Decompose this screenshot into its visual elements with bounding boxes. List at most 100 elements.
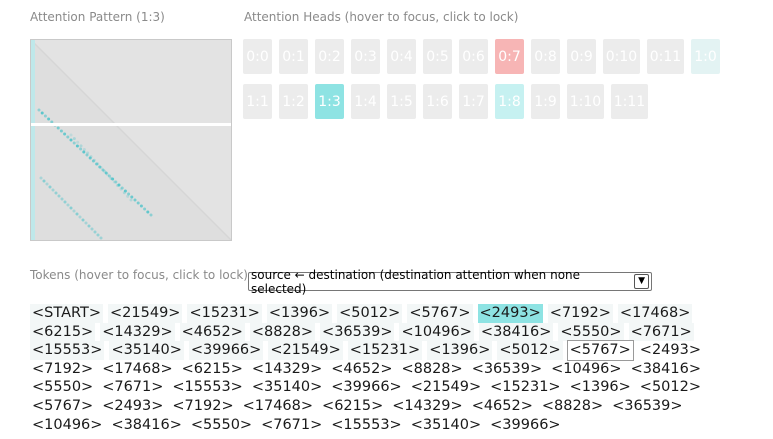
token[interactable]: <15553> (170, 378, 244, 397)
token[interactable]: <7671> (628, 322, 694, 342)
head-button-0-4[interactable]: 0:4 (387, 39, 416, 74)
token[interactable]: <36539> (610, 397, 684, 416)
token[interactable]: <38416> (629, 360, 703, 379)
token[interactable]: <17468> (100, 360, 174, 379)
token[interactable]: <15231> (347, 341, 423, 360)
token[interactable]: <4652> (470, 397, 535, 416)
head-button-0-6[interactable]: 0:6 (459, 39, 488, 74)
head-button-0-1[interactable]: 0:1 (279, 39, 308, 74)
head-button-0-10[interactable]: 0:10 (603, 39, 640, 74)
token[interactable]: <38416> (478, 322, 554, 342)
token[interactable]: <35140> (409, 416, 483, 435)
token[interactable]: <35140> (109, 341, 184, 360)
head-button-0-11[interactable]: 0:11 (647, 39, 684, 74)
pattern-dot (109, 176, 113, 180)
token[interactable]: <39966> (329, 378, 403, 397)
token[interactable]: <10496> (549, 360, 623, 379)
token[interactable]: <39966> (488, 416, 562, 435)
pattern-dot (69, 133, 73, 137)
token[interactable]: <6215> (30, 322, 96, 342)
token[interactable]: <35140> (250, 378, 324, 397)
head-button-1-2[interactable]: 1:2 (279, 84, 308, 119)
token[interactable]: <7671> (259, 416, 324, 435)
head-button-0-9[interactable]: 0:9 (567, 39, 596, 74)
pattern-dot (63, 200, 67, 204)
chevron-down-icon: ▼ (634, 274, 649, 289)
token[interactable]: <5767> (566, 340, 634, 361)
attention-pattern-plot[interactable] (30, 39, 232, 241)
token[interactable]: <5012> (638, 378, 703, 397)
token[interactable]: <5550> (558, 322, 624, 342)
token[interactable]: <15553> (30, 341, 105, 360)
token[interactable]: <START> (30, 304, 104, 323)
token[interactable]: <7192> (547, 304, 613, 323)
token[interactable]: <14329> (100, 322, 175, 342)
token[interactable]: <21549> (409, 378, 483, 397)
head-button-1-9[interactable]: 1:9 (531, 84, 560, 119)
pattern-dot (90, 227, 94, 231)
token[interactable]: <36539> (470, 360, 544, 379)
view-mode-select[interactable]: source ← destination (destination attent… (248, 268, 652, 296)
token[interactable]: <17468> (617, 304, 693, 323)
token[interactable]: <39966> (188, 341, 264, 360)
token[interactable]: <1396> (427, 341, 493, 360)
head-button-1-8[interactable]: 1:8 (495, 84, 524, 119)
head-button-0-8[interactable]: 0:8 (531, 39, 560, 74)
pattern-dot (72, 141, 76, 145)
token[interactable]: <8828> (399, 360, 464, 379)
head-button-1-0[interactable]: 1:0 (691, 39, 720, 74)
head-button-1-10[interactable]: 1:10 (567, 84, 604, 119)
token[interactable]: <21549> (108, 304, 183, 323)
head-button-1-11[interactable]: 1:11 (611, 84, 648, 119)
token[interactable]: <15553> (329, 416, 403, 435)
token[interactable]: <4652> (179, 322, 245, 342)
token[interactable]: <6215> (320, 397, 385, 416)
head-button-1-3[interactable]: 1:3 (315, 84, 344, 119)
pattern-dot (78, 215, 82, 219)
token[interactable]: <7192> (170, 397, 235, 416)
head-button-1-4[interactable]: 1:4 (351, 84, 380, 119)
token[interactable]: <5767> (407, 304, 473, 323)
token[interactable]: <5767> (30, 397, 95, 416)
pattern-dot (139, 204, 143, 208)
token[interactable]: <2493> (477, 304, 543, 323)
token[interactable]: <7192> (30, 360, 95, 379)
pattern-dot (39, 176, 43, 180)
head-button-1-6[interactable]: 1:6 (423, 84, 452, 119)
token[interactable]: <1396> (266, 304, 333, 323)
token[interactable]: <15231> (488, 378, 562, 397)
token[interactable]: <21549> (268, 341, 343, 360)
token[interactable]: <4652> (329, 360, 394, 379)
head-button-1-1[interactable]: 1:1 (243, 84, 272, 119)
head-button-0-3[interactable]: 0:3 (351, 39, 380, 74)
token[interactable]: <38416> (109, 416, 183, 435)
token[interactable]: <10496> (399, 322, 474, 342)
head-button-1-5[interactable]: 1:5 (387, 84, 416, 119)
token[interactable]: <17468> (241, 397, 315, 416)
token[interactable]: <14329> (390, 397, 464, 416)
token[interactable]: <10496> (30, 416, 104, 435)
token[interactable]: <8828> (249, 322, 316, 342)
token[interactable]: <5012> (497, 341, 563, 360)
head-button-0-7[interactable]: 0:7 (495, 39, 524, 74)
pattern-dot (43, 114, 47, 118)
token[interactable]: <2493> (638, 341, 703, 360)
token[interactable]: <2493> (100, 397, 165, 416)
head-button-0-2[interactable]: 0:2 (315, 39, 344, 74)
head-button-0-0[interactable]: 0:0 (243, 39, 272, 74)
token[interactable]: <5550> (30, 378, 95, 397)
head-button-1-7[interactable]: 1:7 (459, 84, 488, 119)
token[interactable]: <36539> (320, 322, 395, 342)
attention-heads-title: Attention Heads (hover to focus, click t… (244, 10, 519, 24)
token[interactable]: <14329> (250, 360, 324, 379)
token[interactable]: <1396> (568, 378, 633, 397)
token[interactable]: <5012> (337, 304, 403, 323)
pattern-dot (84, 221, 88, 225)
token[interactable]: <6215> (180, 360, 245, 379)
pattern-dot (69, 138, 73, 142)
token[interactable]: <15231> (187, 304, 262, 323)
token[interactable]: <7671> (100, 378, 165, 397)
token[interactable]: <5550> (189, 416, 254, 435)
token[interactable]: <8828> (540, 397, 605, 416)
head-button-0-5[interactable]: 0:5 (423, 39, 452, 74)
